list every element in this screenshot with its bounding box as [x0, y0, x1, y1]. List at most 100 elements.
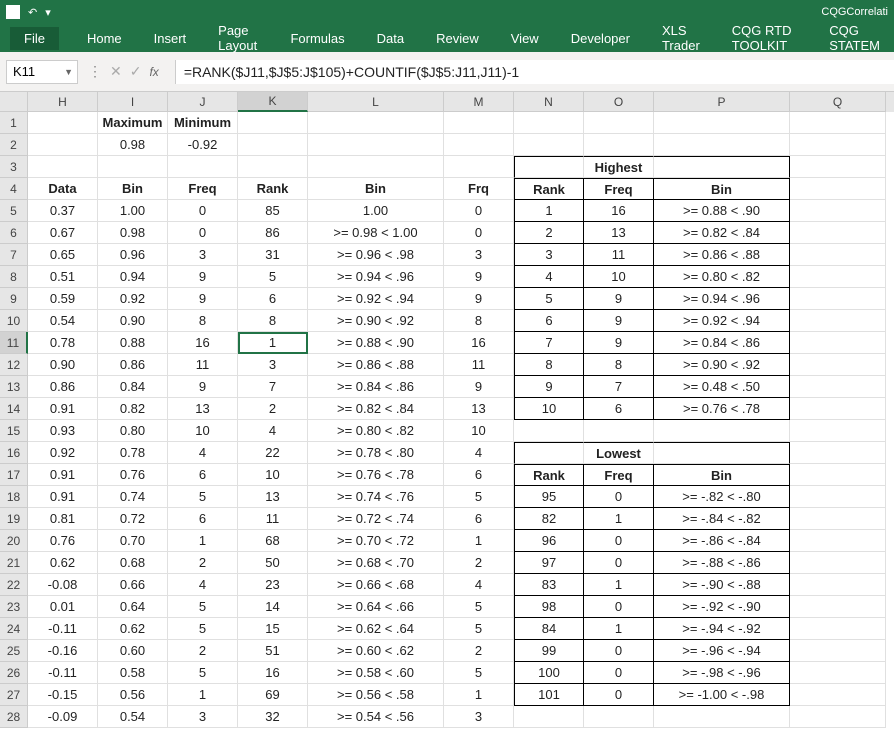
cell-L20[interactable]: >= 0.70 < .72 [308, 530, 444, 552]
cell-P11[interactable]: >= 0.84 < .86 [654, 332, 790, 354]
cell-P15[interactable] [654, 420, 790, 442]
cell-O23[interactable]: 0 [584, 596, 654, 618]
col-header-M[interactable]: M [444, 92, 514, 112]
col-header-N[interactable]: N [514, 92, 584, 112]
cell-I3[interactable] [98, 156, 168, 178]
cell-M2[interactable] [444, 134, 514, 156]
row-header-28[interactable]: 28 [0, 706, 28, 728]
cell-N23[interactable]: 98 [514, 596, 584, 618]
cell-N22[interactable]: 83 [514, 574, 584, 596]
cell-J14[interactable]: 13 [168, 398, 238, 420]
cell-J8[interactable]: 9 [168, 266, 238, 288]
cell-I15[interactable]: 0.80 [98, 420, 168, 442]
cell-J1[interactable]: Minimum [168, 112, 238, 134]
col-header-P[interactable]: P [654, 92, 790, 112]
row-header-26[interactable]: 26 [0, 662, 28, 684]
cell-O24[interactable]: 1 [584, 618, 654, 640]
cell-K2[interactable] [238, 134, 308, 156]
cell-K5[interactable]: 85 [238, 200, 308, 222]
cell-M28[interactable]: 3 [444, 706, 514, 728]
cell-K7[interactable]: 31 [238, 244, 308, 266]
cell-Q15[interactable] [790, 420, 886, 442]
cell-Q28[interactable] [790, 706, 886, 728]
cell-K17[interactable]: 10 [238, 464, 308, 486]
cell-H17[interactable]: 0.91 [28, 464, 98, 486]
cell-P20[interactable]: >= -.86 < -.84 [654, 530, 790, 552]
tab-xls-trader[interactable]: XLS Trader [658, 21, 704, 55]
cell-N25[interactable]: 99 [514, 640, 584, 662]
cell-J3[interactable] [168, 156, 238, 178]
cell-N5[interactable]: 1 [514, 200, 584, 222]
cell-O10[interactable]: 9 [584, 310, 654, 332]
cell-P12[interactable]: >= 0.90 < .92 [654, 354, 790, 376]
cell-N20[interactable]: 96 [514, 530, 584, 552]
cell-I4[interactable]: Bin [98, 178, 168, 200]
cell-P1[interactable] [654, 112, 790, 134]
cell-O20[interactable]: 0 [584, 530, 654, 552]
cell-I11[interactable]: 0.88 [98, 332, 168, 354]
cell-M4[interactable]: Frq [444, 178, 514, 200]
cell-K20[interactable]: 68 [238, 530, 308, 552]
enter-icon[interactable]: ✓ [130, 63, 142, 80]
cell-L17[interactable]: >= 0.76 < .78 [308, 464, 444, 486]
cell-I16[interactable]: 0.78 [98, 442, 168, 464]
cell-Q25[interactable] [790, 640, 886, 662]
tab-developer[interactable]: Developer [567, 29, 634, 48]
undo-icon[interactable]: ↶ [28, 6, 37, 19]
cell-M11[interactable]: 16 [444, 332, 514, 354]
cell-L27[interactable]: >= 0.56 < .58 [308, 684, 444, 706]
cell-O7[interactable]: 11 [584, 244, 654, 266]
col-header-H[interactable]: H [28, 92, 98, 112]
cell-J4[interactable]: Freq [168, 178, 238, 200]
cell-O16[interactable]: Lowest [584, 442, 654, 464]
cell-Q8[interactable] [790, 266, 886, 288]
row-header-11[interactable]: 11 [0, 332, 28, 354]
cell-K21[interactable]: 50 [238, 552, 308, 574]
tab-data[interactable]: Data [373, 29, 408, 48]
cell-Q22[interactable] [790, 574, 886, 596]
cell-L19[interactable]: >= 0.72 < .74 [308, 508, 444, 530]
cell-H19[interactable]: 0.81 [28, 508, 98, 530]
cell-J13[interactable]: 9 [168, 376, 238, 398]
cell-K10[interactable]: 8 [238, 310, 308, 332]
cell-O21[interactable]: 0 [584, 552, 654, 574]
cell-Q19[interactable] [790, 508, 886, 530]
row-header-18[interactable]: 18 [0, 486, 28, 508]
cell-M21[interactable]: 2 [444, 552, 514, 574]
cell-P28[interactable] [654, 706, 790, 728]
cell-P25[interactable]: >= -.96 < -.94 [654, 640, 790, 662]
cell-I10[interactable]: 0.90 [98, 310, 168, 332]
cell-N9[interactable]: 5 [514, 288, 584, 310]
cell-Q26[interactable] [790, 662, 886, 684]
cell-K27[interactable]: 69 [238, 684, 308, 706]
cell-K15[interactable]: 4 [238, 420, 308, 442]
col-header-J[interactable]: J [168, 92, 238, 112]
cell-N26[interactable]: 100 [514, 662, 584, 684]
cell-P24[interactable]: >= -.94 < -.92 [654, 618, 790, 640]
cell-N11[interactable]: 7 [514, 332, 584, 354]
cell-I28[interactable]: 0.54 [98, 706, 168, 728]
cell-N10[interactable]: 6 [514, 310, 584, 332]
row-header-17[interactable]: 17 [0, 464, 28, 486]
cell-P8[interactable]: >= 0.80 < .82 [654, 266, 790, 288]
row-header-21[interactable]: 21 [0, 552, 28, 574]
cell-J9[interactable]: 9 [168, 288, 238, 310]
cell-N24[interactable]: 84 [514, 618, 584, 640]
cell-J24[interactable]: 5 [168, 618, 238, 640]
cell-L9[interactable]: >= 0.92 < .94 [308, 288, 444, 310]
cell-Q27[interactable] [790, 684, 886, 706]
cell-M6[interactable]: 0 [444, 222, 514, 244]
cell-M12[interactable]: 11 [444, 354, 514, 376]
cell-Q5[interactable] [790, 200, 886, 222]
cell-O9[interactable]: 9 [584, 288, 654, 310]
cell-K4[interactable]: Rank [238, 178, 308, 200]
cell-Q18[interactable] [790, 486, 886, 508]
row-header-22[interactable]: 22 [0, 574, 28, 596]
cell-L4[interactable]: Bin [308, 178, 444, 200]
cell-H7[interactable]: 0.65 [28, 244, 98, 266]
cell-L7[interactable]: >= 0.96 < .98 [308, 244, 444, 266]
cell-H1[interactable] [28, 112, 98, 134]
cell-I26[interactable]: 0.58 [98, 662, 168, 684]
cell-P4[interactable]: Bin [654, 178, 790, 200]
cell-J11[interactable]: 16 [168, 332, 238, 354]
